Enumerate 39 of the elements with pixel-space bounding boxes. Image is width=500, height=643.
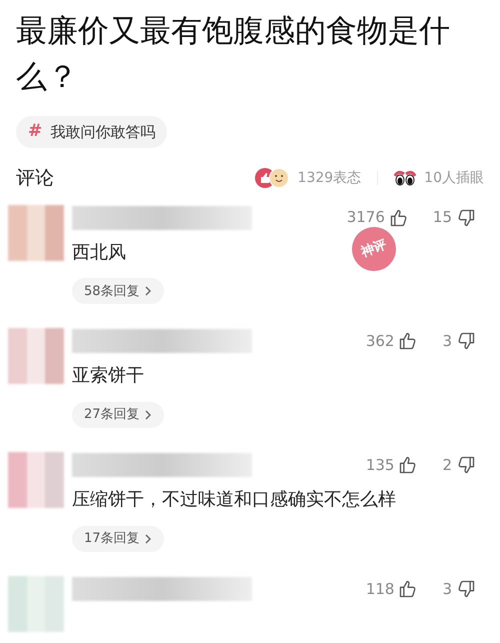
comment-text: 压缩饼干，不过味道和口感确实不怎么样 [72,488,396,512]
stamp-label: 神评 [358,236,390,262]
reaction-count: 1329表态 [298,168,362,188]
hash-symbol: # [28,120,42,144]
comments-title: 评论 [16,166,54,191]
thumbs-down-icon[interactable] [456,578,476,599]
dislike-count: 2 [442,454,452,476]
blurred-avatar [8,452,64,508]
dislike-count: 15 [432,207,452,228]
chevron-right-icon [144,534,152,544]
like-count: 3176 [346,207,385,228]
thumbs-down-icon[interactable] [456,455,476,475]
comment-text: 亚索饼干 [72,364,144,388]
blurred-avatar [8,576,64,632]
topic-label: 我敢问你敢答吗 [50,122,156,143]
thumbs-down-icon[interactable] [456,331,476,352]
like-count: 362 [366,331,394,352]
comment-text: 西北风 [72,240,126,264]
thumbs-down-icon[interactable] [456,208,476,228]
thumbs-up-icon[interactable] [398,578,418,599]
like-count: 135 [366,454,394,476]
topic-tag[interactable]: # 我敢问你敢答吗 [16,116,168,148]
eyes-icon [394,169,416,188]
like-count: 118 [366,578,394,600]
chevron-right-icon [144,410,152,420]
thumbs-up-icon[interactable] [398,331,418,352]
question-title: 最廉价又最有饱腹感的食物是什么？ [16,12,451,97]
replies-button[interactable]: 27条回复 [72,402,164,428]
blurred-avatar [8,204,64,260]
onlooker-count: 10人插眼 [424,168,484,188]
chevron-right-icon [144,286,152,296]
thumbs-up-icon[interactable] [388,208,409,228]
replies-button[interactable]: 17条回复 [72,526,164,552]
dislike-count: 3 [442,578,452,600]
reaction-emoji-icon [254,167,290,190]
thumbs-up-icon[interactable] [398,455,418,475]
dislike-count: 3 [442,331,452,352]
replies-button[interactable]: 58条回复 [72,278,164,304]
blurred-avatar [8,328,64,384]
